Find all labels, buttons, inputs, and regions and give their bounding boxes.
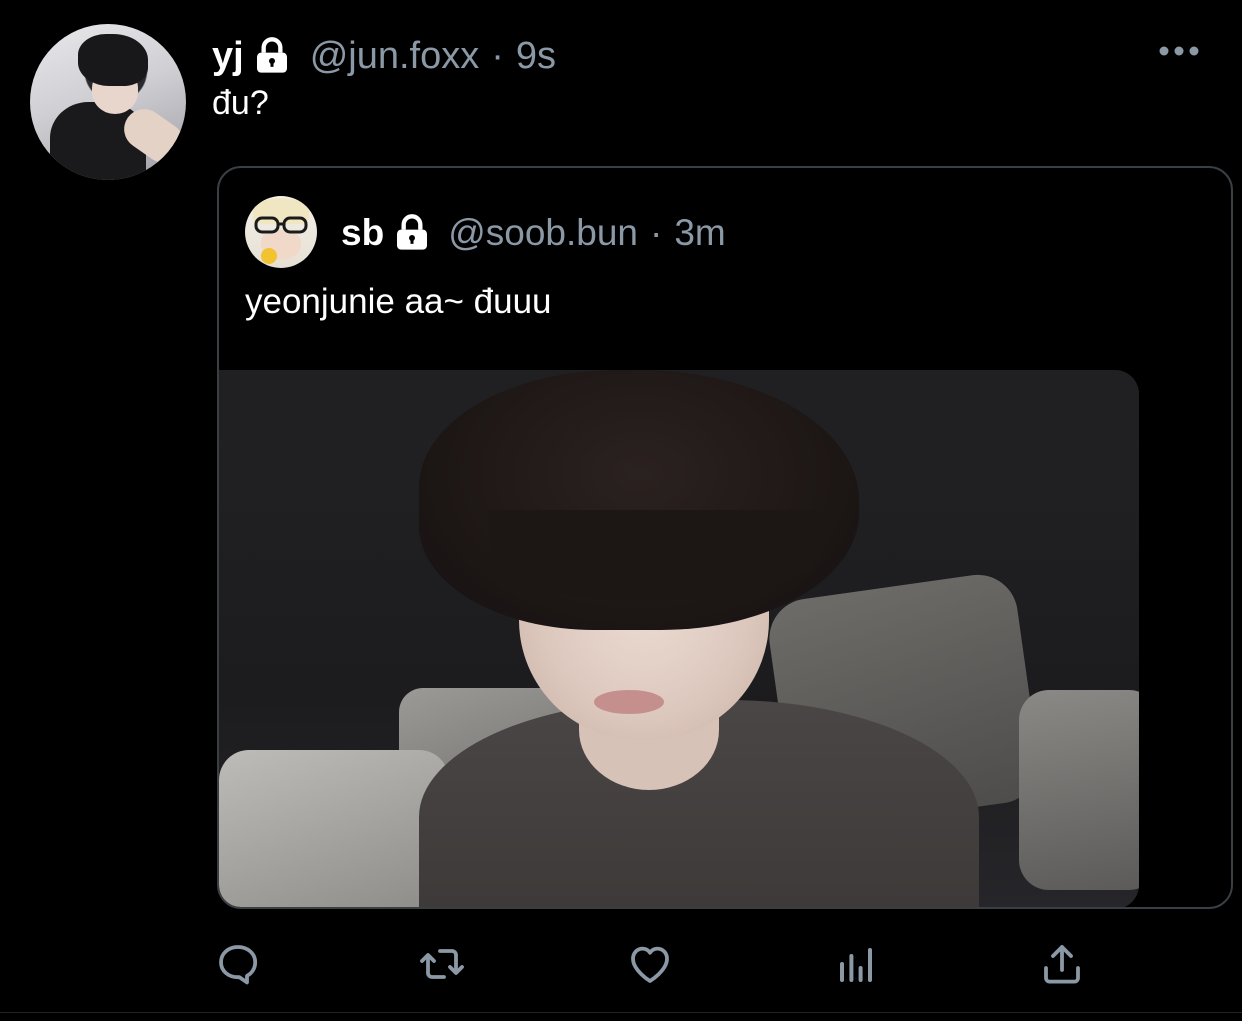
avatar-figure-hair [78,34,148,86]
lock-icon [397,214,428,250]
quoted-author-display-name[interactable]: sb [341,212,384,254]
photo-person-bangs [489,510,819,600]
retweet-icon[interactable] [418,940,466,988]
author-handle[interactable]: @jun.foxx [310,35,480,78]
tweet-timestamp[interactable]: 9s [516,35,556,78]
quoted-tweet-text: yeonjunie aa~ đuuu [245,282,552,321]
quoted-author-handle[interactable]: @soob.bun [448,212,638,254]
divider [0,1012,1242,1013]
quoted-author-avatar[interactable] [245,196,317,268]
author-display-name[interactable]: yj [212,35,244,78]
author-avatar[interactable] [30,24,186,180]
tweet-header: yj @jun.foxx · 9s [212,30,556,82]
quoted-tweet-timestamp[interactable]: 3m [674,212,725,254]
tweet-action-bar [0,932,1242,992]
separator-dot: · [491,34,504,77]
photo-pillow [1019,690,1139,890]
glasses-icon [254,216,308,234]
separator-dot: · [650,212,663,253]
photo-pillow [219,750,449,907]
lock-icon [256,37,287,73]
analytics-icon[interactable] [832,940,880,988]
reply-icon[interactable] [214,940,262,988]
more-options-icon[interactable] [1158,44,1200,58]
share-icon[interactable] [1038,940,1086,988]
photo-person-lips [594,690,664,714]
quoted-tweet-header: sb @soob.bun · 3m [341,208,726,258]
quoted-tweet-photo[interactable] [219,370,1139,907]
emoji-sticker [261,248,277,264]
tweet-text: đu? [212,84,269,122]
heart-icon[interactable] [626,940,674,988]
quoted-tweet-card[interactable]: sb @soob.bun · 3m yeonjunie aa~ đuuu [217,166,1233,909]
